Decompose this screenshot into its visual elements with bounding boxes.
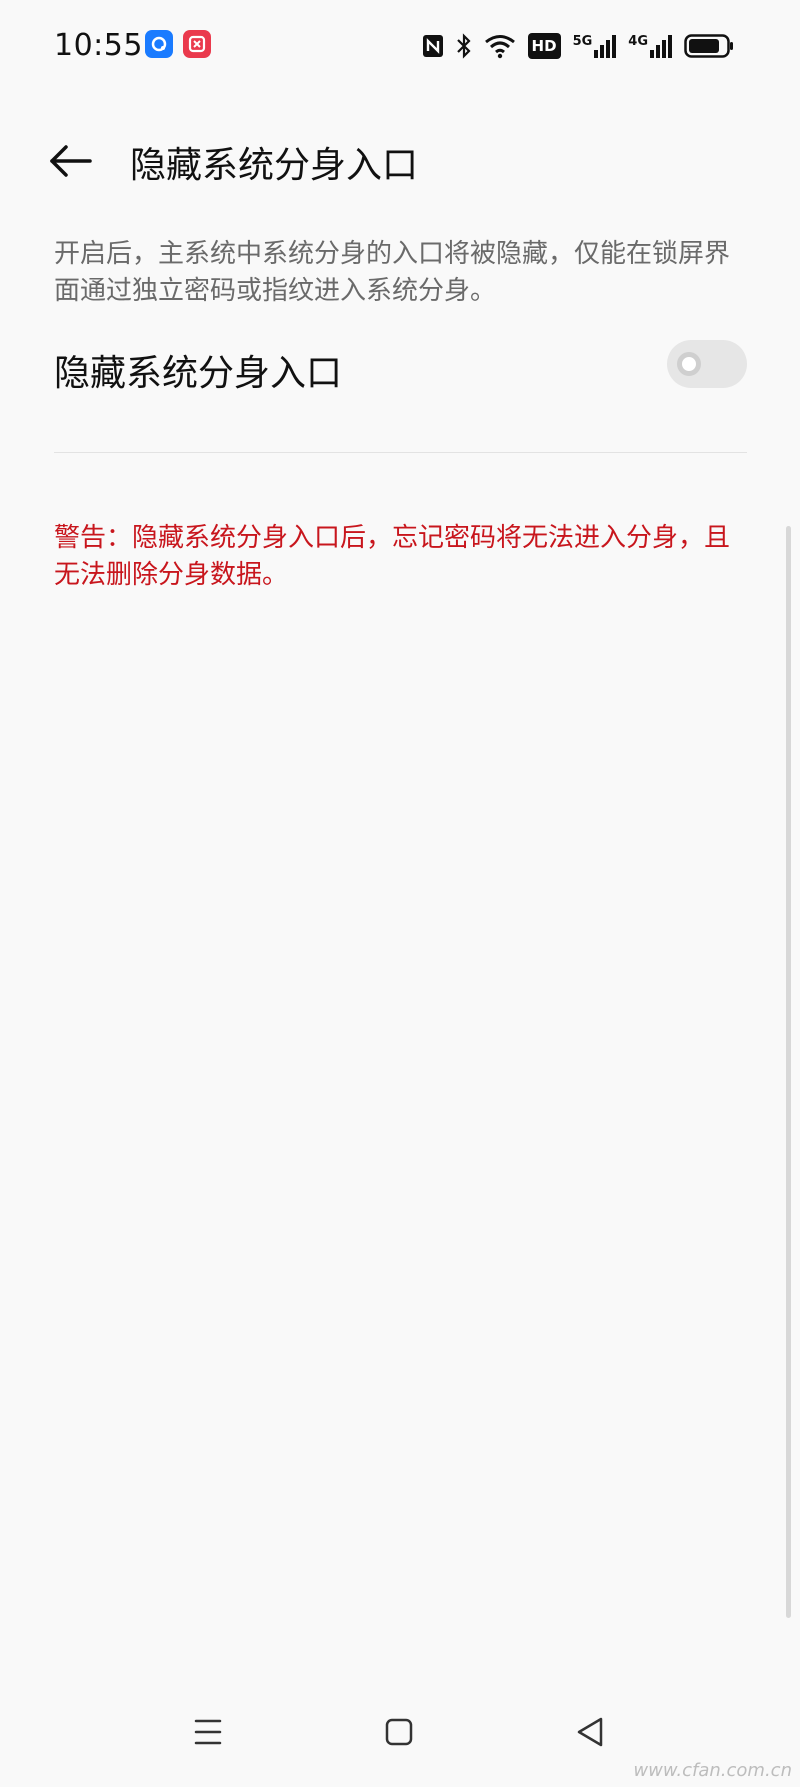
signal-4g-icon: 4G (628, 34, 672, 58)
app-badge-blue-icon (145, 30, 173, 58)
setting-row-hide-entry[interactable]: 隐藏系统分身入口 (54, 330, 747, 400)
menu-icon[interactable] (188, 1712, 228, 1752)
toggle-knob (677, 352, 701, 376)
scrollbar[interactable] (786, 526, 791, 1618)
feature-description: 开启后，主系统中系统分身的入口将被隐藏，仅能在锁屏界面通过独立密码或指纹进入系统… (54, 239, 731, 306)
hide-entry-toggle[interactable] (667, 340, 747, 388)
page-title: 隐藏系统分身入口 (130, 145, 419, 186)
wifi-icon (484, 33, 516, 59)
hd-label: HD (531, 37, 557, 55)
app-badge-red-icon (183, 30, 211, 58)
setting-label: 隐藏系统分身入口 (54, 353, 343, 394)
net-5g-label: 5G (572, 34, 593, 49)
arrow-left-icon (50, 145, 92, 177)
status-bar: 10:55 HD 5G 4G (0, 0, 800, 92)
bluetooth-icon (456, 33, 472, 59)
watermark: www.cfan.com.cn (633, 1760, 792, 1781)
status-time: 10:55 (54, 28, 143, 63)
signal-5g-icon: 5G (573, 34, 617, 58)
home-icon[interactable] (379, 1712, 419, 1752)
status-indicators: HD 5G 4G (422, 30, 734, 62)
divider (54, 452, 747, 453)
battery-icon (684, 33, 734, 59)
nfc-icon (422, 34, 444, 58)
top-bar: 隐藏系统分身入口 (0, 120, 800, 200)
hd-icon: HD (527, 33, 561, 59)
warning-text: 警告：隐藏系统分身入口后，忘记密码将无法进入分身，且无法删除分身数据。 (54, 523, 731, 590)
net-4g-label: 4G (628, 34, 648, 49)
back-button[interactable] (44, 138, 100, 184)
back-triangle-icon[interactable] (571, 1712, 611, 1752)
